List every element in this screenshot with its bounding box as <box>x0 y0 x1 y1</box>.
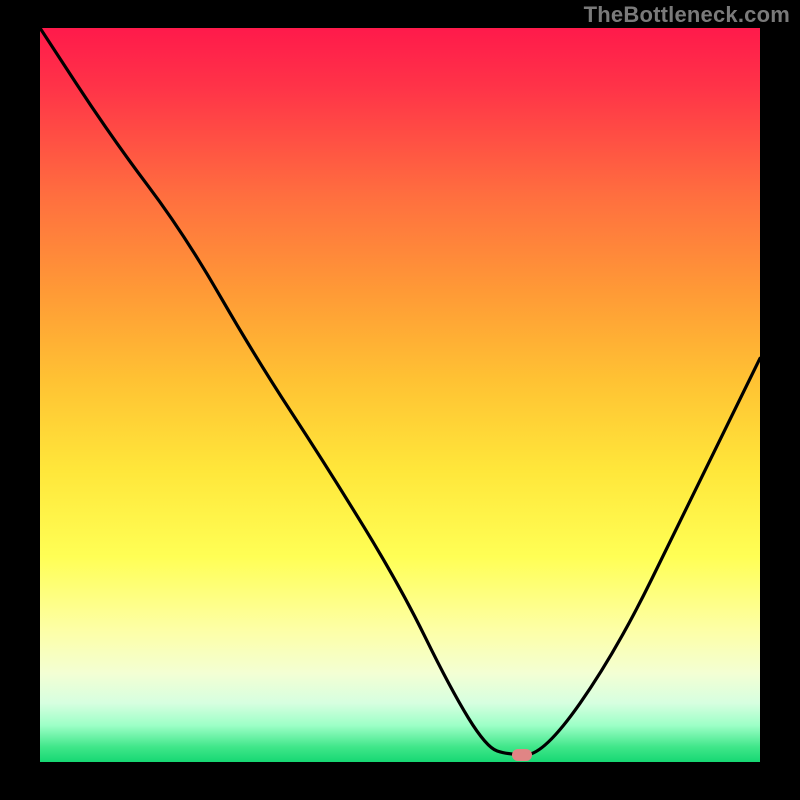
curve-path <box>40 28 760 755</box>
optimal-marker <box>512 749 532 761</box>
bottleneck-curve <box>40 28 760 762</box>
plot-area <box>40 28 760 762</box>
watermark-text: TheBottleneck.com <box>584 2 790 28</box>
chart-frame: TheBottleneck.com <box>0 0 800 800</box>
